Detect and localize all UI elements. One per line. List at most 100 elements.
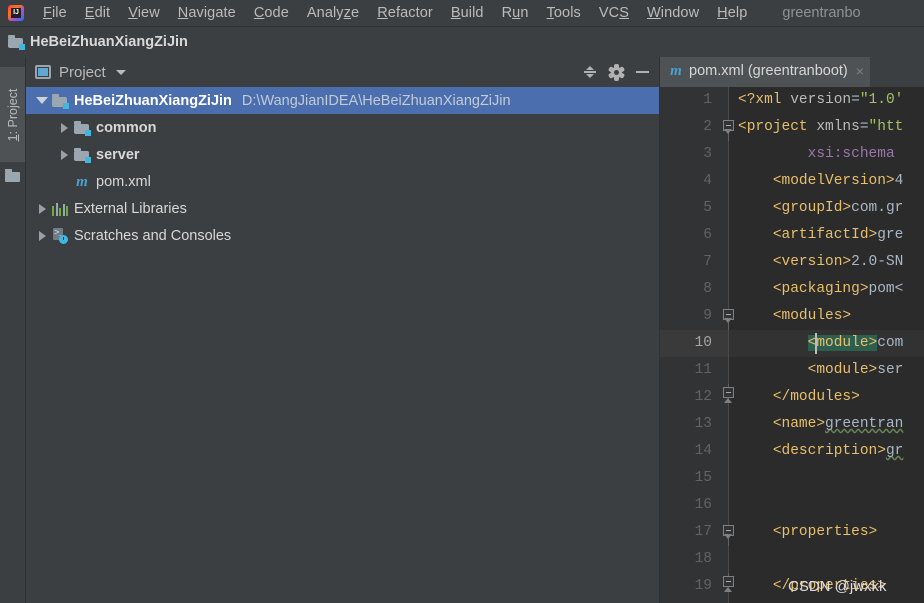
- menu-item-edit[interactable]: Edit: [76, 2, 119, 24]
- tree-row-path: D:\WangJianIDEA\HeBeiZhuanXiangZiJin: [241, 92, 511, 109]
- line-number: 16: [694, 497, 712, 513]
- code-line[interactable]: 7 <version>2.0-SN: [660, 249, 924, 276]
- code-line[interactable]: 1 <?xml version="1.0': [660, 87, 924, 114]
- code-line[interactable]: 5 <groupId>com.gr: [660, 195, 924, 222]
- fold-start-icon[interactable]: [722, 519, 736, 546]
- code-line[interactable]: 9 <modules>: [660, 303, 924, 330]
- menu-bar: FileEditViewNavigateCodeAnalyzeRefactorB…: [0, 0, 924, 27]
- code-text: <version>2.0-SN: [772, 254, 904, 270]
- chevron-down-icon: [36, 97, 48, 104]
- menu-item-window[interactable]: Window: [638, 2, 708, 24]
- line-number: 9: [703, 308, 712, 324]
- code-text: <properties>: [772, 524, 878, 540]
- line-number: 4: [703, 173, 712, 189]
- chevron-down-icon[interactable]: [115, 69, 126, 75]
- code-line[interactable]: 11 <module>ser: [660, 357, 924, 384]
- project-panel-title: Project: [59, 63, 106, 81]
- line-number: 17: [694, 524, 712, 540]
- menu-item-vcs[interactable]: VCS: [590, 2, 638, 24]
- breadcrumb-project-label: HeBeiZhuanXiangZiJin: [30, 34, 188, 50]
- tree-row-label: External Libraries: [74, 200, 187, 217]
- folder-module-icon: [74, 147, 91, 163]
- line-number: 14: [694, 443, 712, 459]
- code-text: <groupId>com.gr: [772, 200, 904, 216]
- settings-button[interactable]: [603, 59, 629, 85]
- tree-expand-toggle[interactable]: [32, 203, 52, 214]
- window-title: greentranbo: [782, 5, 861, 21]
- menu-item-code[interactable]: Code: [245, 2, 298, 24]
- gear-icon: [607, 63, 625, 81]
- tree-row[interactable]: m pom.xml: [26, 168, 659, 195]
- menu-item-build[interactable]: Build: [442, 2, 493, 24]
- editor-tab-pom-xml[interactable]: m pom.xml (greentranboot) ×: [660, 57, 870, 87]
- menu-item-view[interactable]: View: [119, 2, 169, 24]
- stripe-folder-icon[interactable]: [5, 169, 20, 182]
- code-line[interactable]: 4 <modelVersion>4: [660, 168, 924, 195]
- menu-item-file[interactable]: File: [34, 2, 76, 24]
- tree-row[interactable]: server: [26, 141, 659, 168]
- tree-row[interactable]: External Libraries: [26, 195, 659, 222]
- code-line[interactable]: 18: [660, 546, 924, 573]
- intellij-idea-window: FileEditViewNavigateCodeAnalyzeRefactorB…: [0, 0, 924, 603]
- navigation-bar: HeBeiZhuanXiangZiJin: [0, 27, 924, 57]
- line-number: 7: [703, 254, 712, 270]
- stripe-button-project[interactable]: 1: Project: [0, 67, 25, 162]
- maven-m-icon: m: [670, 63, 682, 79]
- code-text: <name>greentran: [772, 416, 904, 432]
- code-line[interactable]: 14 <description>gr: [660, 438, 924, 465]
- code-line[interactable]: 17 <properties>: [660, 519, 924, 546]
- tree-expand-toggle[interactable]: [54, 149, 74, 160]
- tree-row[interactable]: HeBeiZhuanXiangZiJin D:\WangJianIDEA\HeBe…: [26, 87, 659, 114]
- code-line[interactable]: 6 <artifactId>gre: [660, 222, 924, 249]
- tree-row[interactable]: >_ Scratches and Consoles: [26, 222, 659, 249]
- hide-panel-button[interactable]: [629, 59, 655, 85]
- line-number: 19: [694, 578, 712, 594]
- code-line[interactable]: 10 <module>com: [660, 330, 924, 357]
- tree-expand-toggle[interactable]: [32, 230, 52, 241]
- tree-expand-toggle[interactable]: [54, 122, 74, 133]
- line-number: 3: [703, 146, 712, 162]
- tree-row-label: common: [96, 119, 157, 136]
- tree-row-label: server: [96, 146, 140, 163]
- tree-row[interactable]: common: [26, 114, 659, 141]
- tree-expand-toggle[interactable]: [32, 97, 52, 104]
- code-lines: 1 <?xml version="1.0' 2 <project xmlns="htt…: [660, 87, 924, 603]
- code-line[interactable]: 3 xsi:schema: [660, 141, 924, 168]
- project-view-icon: [35, 65, 51, 79]
- menu-item-navigate[interactable]: Navigate: [169, 2, 245, 24]
- code-text: <packaging>pom<: [772, 281, 904, 297]
- line-number: 12: [694, 389, 712, 405]
- code-line[interactable]: 15: [660, 465, 924, 492]
- menu-item-help[interactable]: Help: [708, 2, 756, 24]
- code-editor[interactable]: 1 <?xml version="1.0' 2 <project xmlns="htt…: [660, 87, 924, 603]
- code-line[interactable]: 16: [660, 492, 924, 519]
- collapse-all-button[interactable]: [577, 59, 603, 85]
- menu-item-analyze[interactable]: Analyze: [298, 2, 368, 24]
- fold-end-icon[interactable]: [722, 384, 736, 411]
- menu-item-tools[interactable]: Tools: [538, 2, 590, 24]
- csdn-watermark: CSDN @jwxkk: [788, 578, 887, 595]
- menu-item-run[interactable]: Run: [493, 2, 538, 24]
- code-line[interactable]: 12 </modules>: [660, 384, 924, 411]
- collapse-all-icon: [583, 65, 597, 79]
- close-icon[interactable]: ×: [856, 64, 864, 78]
- line-number: 5: [703, 200, 712, 216]
- project-tool-window: Project HeBeiZhuanXiangZiJin D:\WangJian…: [26, 57, 659, 603]
- code-text: xsi:schema: [807, 146, 895, 162]
- minimize-icon: [635, 71, 649, 73]
- breadcrumb-project[interactable]: HeBeiZhuanXiangZiJin: [8, 34, 188, 50]
- fold-start-icon[interactable]: [722, 303, 736, 330]
- menu-item-refactor[interactable]: Refactor: [368, 2, 442, 24]
- code-line[interactable]: 2 <project xmlns="htt: [660, 114, 924, 141]
- code-text: <artifactId>gre: [772, 227, 904, 243]
- tree-row-label: pom.xml: [96, 173, 151, 190]
- chevron-right-icon: [60, 149, 68, 160]
- fold-end-icon[interactable]: [722, 573, 736, 600]
- fold-start-icon[interactable]: [722, 114, 736, 141]
- code-line[interactable]: 13 <name>greentran: [660, 411, 924, 438]
- code-text: <description>gr: [772, 443, 904, 459]
- editor-area: m pom.xml (greentranboot) × 1 <?xml versi…: [660, 57, 924, 603]
- folder-module-icon: [52, 93, 69, 109]
- code-line[interactable]: 8 <packaging>pom<: [660, 276, 924, 303]
- library-bars-icon: [52, 202, 68, 216]
